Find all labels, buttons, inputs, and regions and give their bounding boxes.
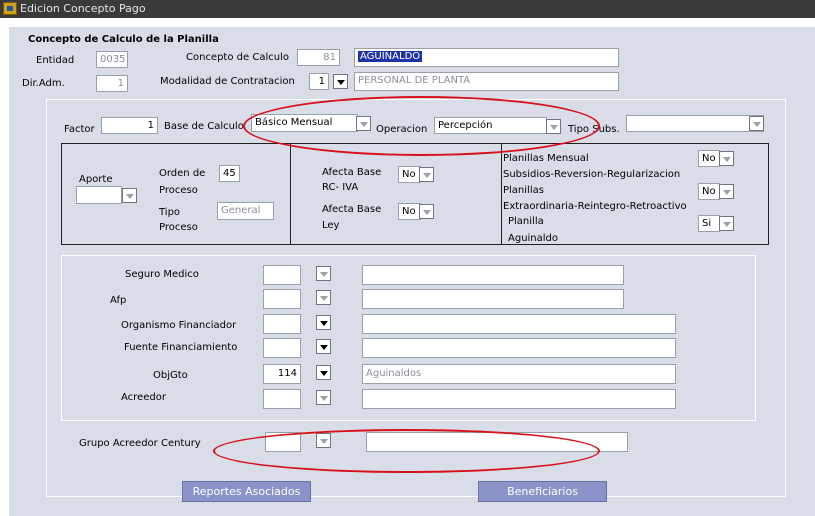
factor-field[interactable]: 1 [101,117,158,134]
afp-label: Afp [110,295,127,306]
concepto-name-text: AGUINALDO [358,51,423,62]
organismo-desc-field[interactable] [362,314,676,334]
subsidios-dropdown-icon[interactable] [719,184,734,199]
entidad-label: Entidad [36,55,75,66]
seguro-label: Seguro Medico [125,269,199,280]
tiposubs-dropdown-icon[interactable] [749,116,764,131]
orden-label-1: Orden de [159,168,206,179]
options-divider-1 [290,143,291,245]
acreedor-dropdown-icon[interactable] [316,390,331,405]
objgto-label: ObjGto [153,370,188,381]
subsidios-field[interactable]: No [698,183,720,200]
section-title: Concepto de Calculo de la Planilla [28,34,219,45]
fuente-dropdown-icon[interactable] [316,339,331,354]
app-icon [3,2,17,15]
diradm-field[interactable]: 1 [96,75,128,92]
annotation-ellipse-operacion [243,96,600,156]
tipo-field[interactable]: General [217,202,274,220]
orden-label-2: Proceso [159,185,198,196]
acreedor-desc-field[interactable] [362,389,676,409]
seguro-code-field[interactable] [263,265,301,285]
extra-dropdown-icon[interactable] [719,216,734,231]
fuente-code-field[interactable] [263,338,301,358]
annotation-ellipse-century [213,429,600,473]
afp-dropdown-icon[interactable] [316,290,331,305]
mensual-dropdown-icon[interactable] [719,151,734,166]
seguro-dropdown-icon[interactable] [316,266,331,281]
rciva-label-1: Afecta Base [322,167,382,178]
ley-label-2: Ley [322,220,340,231]
beneficiarios-button[interactable]: Beneficiarios [478,481,607,502]
century-label: Grupo Acreedor Century [79,438,201,449]
acreedor-code-field[interactable] [263,389,301,409]
seguro-desc-field[interactable] [362,265,624,285]
aporte-field[interactable] [76,186,122,204]
modalidad-label: Modalidad de Contratacion [160,76,295,87]
tipo-label-1: Tipo [159,207,181,218]
options-divider-2 [501,143,502,245]
objgto-dropdown-icon[interactable] [316,365,331,380]
window-title: Edicion Concepto Pago [20,2,146,15]
subsidios-label-2: Planillas [503,185,544,196]
ley-dropdown-icon[interactable] [419,204,434,219]
acreedor-label: Acreedor [121,392,166,403]
organismo-label: Organismo Financiador [121,320,237,331]
mensual-field[interactable]: No [698,150,720,167]
tipo-label-2: Proceso [159,222,198,233]
organismo-code-field[interactable] [263,314,301,334]
modalidad-name-field[interactable]: PERSONAL DE PLANTA [354,72,619,91]
subsidios-label-1: Subsidios-Reversion-Regularizacion [503,169,681,180]
rciva-label-2: RC- IVA [322,182,359,193]
ley-label-1: Afecta Base [322,204,382,215]
fuente-desc-field[interactable] [362,338,676,358]
title-bar: Edicion Concepto Pago [0,0,815,18]
aguinaldo-label: Aguinaldo [508,233,559,244]
modalidad-dropdown-icon[interactable] [333,74,348,89]
rciva-dropdown-icon[interactable] [419,167,434,182]
concepto-name-field[interactable]: AGUINALDO [354,48,619,67]
diradm-label: Dir.Adm. [22,78,65,89]
orden-field[interactable]: 45 [219,165,240,182]
rciva-field[interactable]: No [398,166,421,183]
base-label: Base de Calculo [164,121,244,132]
concepto-label: Concepto de Calculo [186,52,289,63]
factor-label: Factor [64,124,95,135]
extra-label-1: Extraordinaria-Reintegro-Retroactivo [503,201,687,212]
fuente-label: Fuente Financiamiento [124,342,238,353]
afp-desc-field[interactable] [362,289,624,309]
aporte-dropdown-icon[interactable] [122,188,137,203]
concepto-code-field[interactable]: 81 [297,49,340,66]
afp-code-field[interactable] [263,289,301,309]
modalidad-code-field[interactable]: 1 [309,73,329,90]
aporte-label: Aporte [79,174,113,185]
extra-label-2: Planilla [508,216,544,227]
entidad-field[interactable]: 0035 [96,51,128,68]
organismo-dropdown-icon[interactable] [316,315,331,330]
mensual-label: Planillas Mensual [503,153,589,164]
extra-field[interactable]: Si [698,215,720,232]
ley-field[interactable]: No [398,203,421,220]
objgto-code-field[interactable]: 114 [263,364,301,384]
reportes-button[interactable]: Reportes Asociados [182,481,311,502]
objgto-desc-field[interactable]: Aguinaldos [362,364,676,384]
tiposubs-field[interactable] [626,115,764,132]
